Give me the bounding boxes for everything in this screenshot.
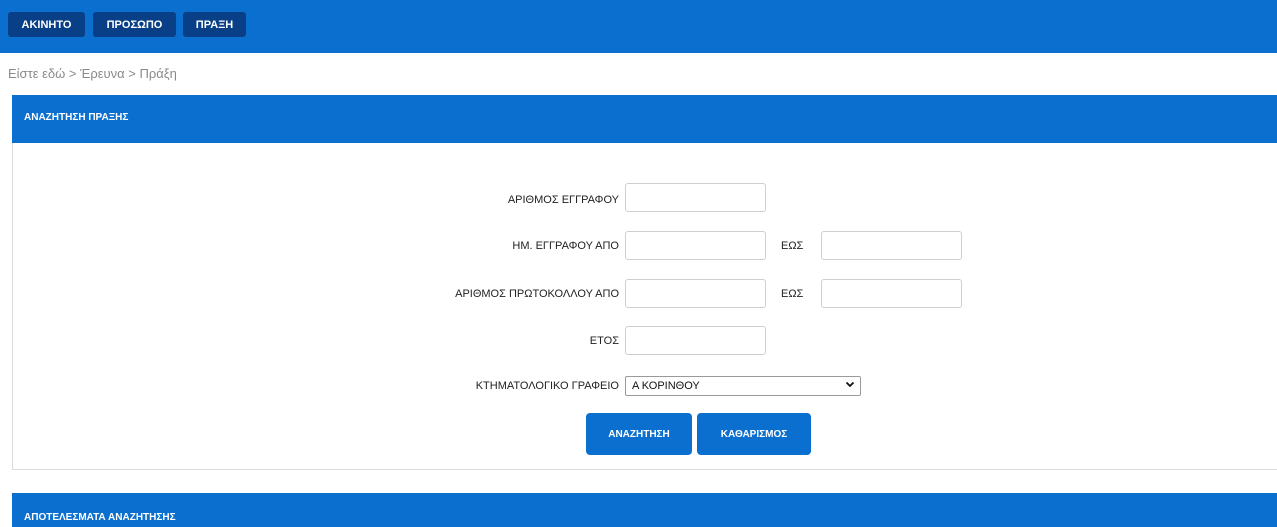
protocol-from-input[interactable]: [625, 279, 766, 308]
office-label: ΚΤΗΜΑΤΟΛΟΓΙΚΟ ΓΡΑΦΕΙΟ: [475, 380, 619, 392]
search-panel-title: ΑΝΑΖΗΤΗΣΗ ΠΡΑΞΗΣ: [24, 112, 129, 123]
nav-button-act[interactable]: ΠΡΑΞΗ: [183, 12, 246, 37]
year-input[interactable]: [625, 326, 766, 355]
nav-button-property[interactable]: ΑΚΙΝΗΤΟ: [8, 12, 85, 37]
search-panel-header: ΑΝΑΖΗΤΗΣΗ ΠΡΑΞΗΣ: [12, 95, 1277, 143]
breadcrumb: Είστε εδώ > Έρευνα > Πράξη: [8, 66, 177, 81]
chevron-down-icon: [845, 379, 855, 392]
doc-date-to-input[interactable]: [821, 231, 962, 260]
year-label: ΕΤΟΣ: [589, 335, 619, 347]
top-navigation-bar: ΑΚΙΝΗΤΟ ΠΡΟΣΩΠΟ ΠΡΑΞΗ: [0, 0, 1277, 53]
doc-date-from-label: ΗΜ. ΕΓΓΡΑΦΟΥ ΑΠΟ: [512, 240, 619, 252]
office-select-value: Α ΚΟΡΙΝΘΟΥ: [632, 380, 700, 392]
doc-number-input[interactable]: [625, 183, 766, 212]
doc-number-label: ΑΡΙΘΜΟΣ ΕΓΓΡΑΦΟΥ: [507, 194, 619, 206]
results-panel-header: ΑΠΟΤΕΛΕΣΜΑΤΑ ΑΝΑΖΗΤΗΣΗΣ: [12, 493, 1277, 527]
protocol-to-label: ΕΩΣ: [781, 288, 804, 300]
doc-date-from-input[interactable]: [625, 231, 766, 260]
clear-button[interactable]: ΚΑΘΑΡΙΣΜΟΣ: [697, 413, 811, 455]
office-select[interactable]: Α ΚΟΡΙΝΘΟΥ: [625, 376, 861, 396]
protocol-from-label: ΑΡΙΘΜΟΣ ΠΡΩΤΟΚΟΛΛΟΥ ΑΠΟ: [455, 288, 619, 300]
nav-button-person[interactable]: ΠΡΟΣΩΠΟ: [93, 12, 176, 37]
results-panel-title: ΑΠΟΤΕΛΕΣΜΑΤΑ ΑΝΑΖΗΤΗΣΗΣ: [24, 512, 176, 523]
search-button[interactable]: ΑΝΑΖΗΤΗΣΗ: [586, 413, 692, 455]
protocol-to-input[interactable]: [821, 279, 962, 308]
doc-date-to-label: ΕΩΣ: [781, 240, 804, 252]
